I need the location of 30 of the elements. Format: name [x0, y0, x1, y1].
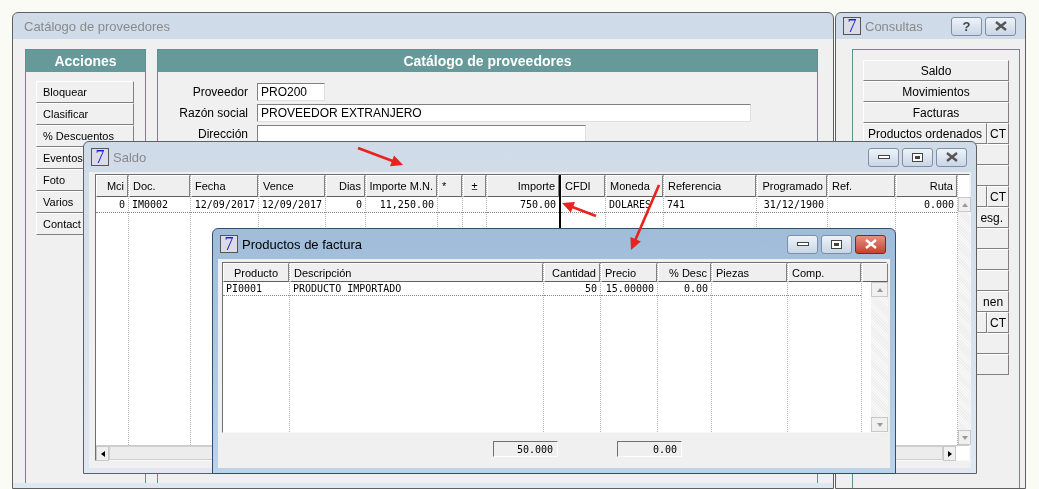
table-cell: 12/09/2017 — [191, 197, 258, 213]
table-cell: 0.000 — [896, 197, 957, 213]
table-cell: 741 — [664, 197, 756, 213]
window-title: Saldo — [113, 149, 147, 165]
window-title: Productos de factura — [242, 236, 362, 252]
table-cell: 0 — [96, 197, 128, 213]
table-cell: DOLARES — [606, 197, 663, 213]
table-cell: PI0001 — [223, 282, 289, 296]
app-logo: 7 — [843, 17, 861, 35]
window-title: Catálogo de proveedores — [23, 18, 170, 34]
app-logo: 7 — [220, 235, 238, 253]
table-cell: IM0002 — [129, 197, 190, 213]
table-cell: 15.00000 — [601, 282, 657, 296]
window-title: Consultas — [865, 18, 923, 34]
total-field: 0.00 — [617, 441, 682, 457]
table-cell: 0 — [326, 197, 365, 213]
total-field: 50.000 — [493, 441, 558, 457]
table-cell: 750.00 — [487, 197, 559, 213]
table-cell: 11,250.00 — [366, 197, 437, 213]
table-cell: 0.00 — [658, 282, 711, 296]
panel-title: Acciones — [26, 50, 145, 72]
table-cell: 12/09/2017 — [259, 197, 325, 213]
panel-title: Catálogo de proveedores — [158, 50, 817, 72]
field-label: Razón social — [178, 106, 248, 120]
table-cell: 31/12/1900 — [757, 197, 827, 213]
app-logo: 7 — [91, 148, 109, 166]
table-cell: PRODUCTO IMPORTADO — [290, 282, 543, 296]
field-label: Proveedor — [191, 85, 248, 99]
field-label: Dirección — [197, 127, 248, 141]
table-cell: 50 — [544, 282, 600, 296]
